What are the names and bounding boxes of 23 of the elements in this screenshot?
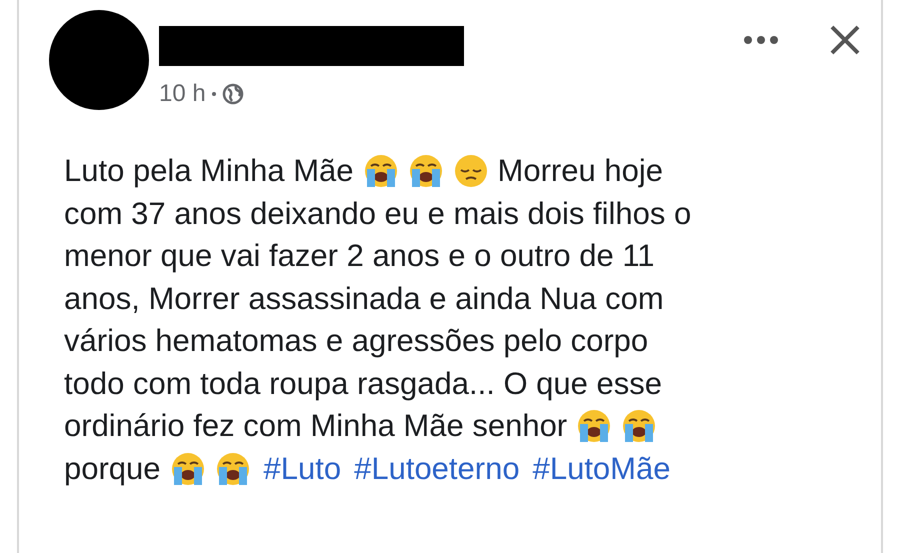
- close-icon[interactable]: [829, 24, 861, 56]
- post-text: menor que vai fazer 2 anos e o outro de 11: [64, 237, 655, 275]
- more-options-icon[interactable]: [743, 35, 779, 45]
- post-text: Luto pela Minha Mãe: [64, 152, 354, 190]
- post-text: ordinário fez com Minha Mãe senhor: [64, 407, 568, 445]
- post-time[interactable]: 10 h: [159, 76, 206, 112]
- crying-face-icon: [576, 408, 612, 444]
- hashtag-link[interactable]: #LutoMãe: [532, 448, 670, 490]
- crying-face-icon: [621, 408, 658, 444]
- crying-face-icon: [170, 450, 206, 487]
- crying-face-icon: [408, 153, 444, 190]
- post-text: todo com toda roupa rasgada... O que esse: [64, 364, 662, 402]
- hashtag-link[interactable]: #Lutoeterno: [354, 448, 520, 490]
- post-text: porque: [64, 450, 161, 488]
- globe-icon: [222, 83, 244, 105]
- crying-face-icon: [214, 450, 251, 487]
- post-text: Morreu hoje: [498, 152, 663, 190]
- hashtag-link[interactable]: #Luto: [264, 448, 342, 490]
- post-text: anos, Morrer assassinada e ainda Nua com: [64, 280, 664, 318]
- post-text: com 37 anos deixando eu e mais dois filhos o: [64, 194, 692, 232]
- crying-face-icon: [362, 153, 399, 190]
- pensive-face-icon: [452, 153, 489, 190]
- post-text: vários hematomas e agressões pelo corpo: [64, 322, 648, 360]
